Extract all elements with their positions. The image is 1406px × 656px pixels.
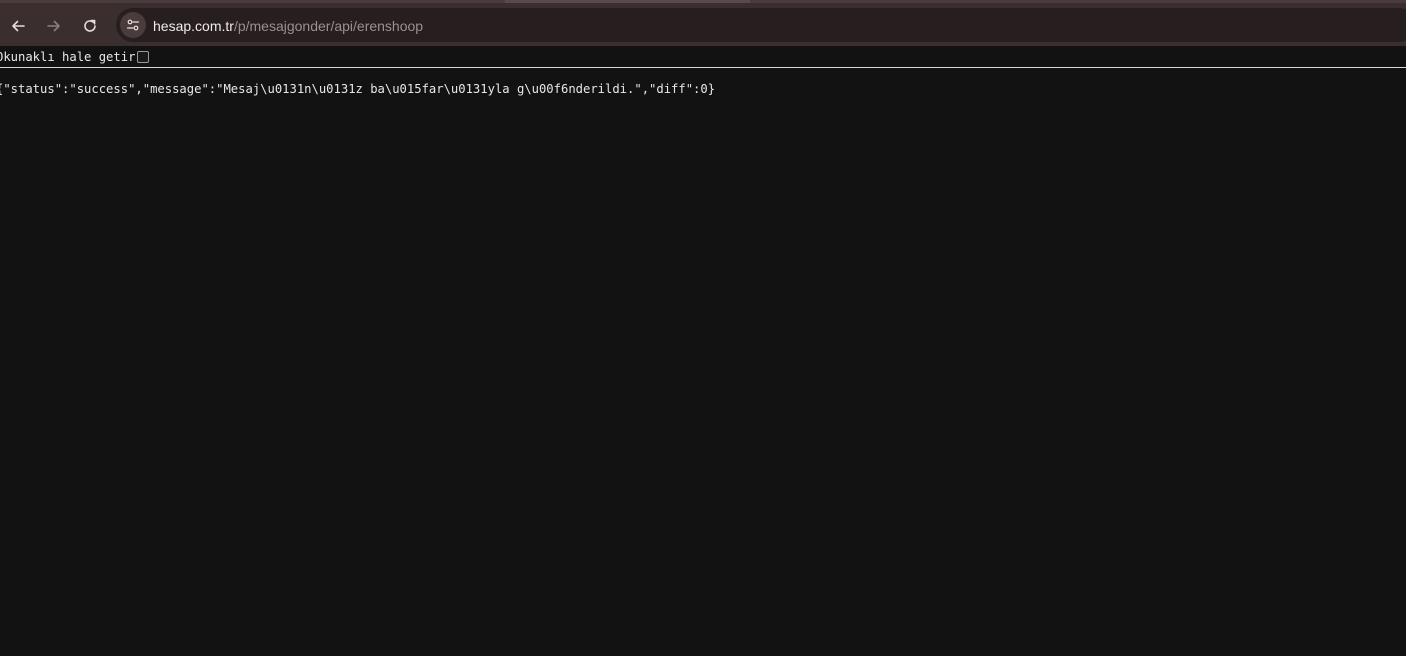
json-response-text: {"status":"success","message":"Mesaj\u01… [0, 82, 716, 96]
back-button[interactable] [3, 11, 33, 41]
pretty-print-bar: Okunaklı hale getir [0, 46, 1406, 68]
site-settings-icon [126, 19, 140, 31]
browser-toolbar: hesap.com.tr/p/mesajgonder/api/erenshoop [0, 0, 1406, 46]
url-host: hesap.com.tr [153, 18, 234, 34]
forward-button[interactable] [39, 11, 69, 41]
address-bar-url[interactable]: hesap.com.tr/p/mesajgonder/api/erenshoop [153, 17, 423, 35]
pretty-print-checkbox[interactable] [137, 51, 149, 63]
url-path: /p/mesajgonder/api/erenshoop [233, 18, 424, 34]
forward-arrow-icon [47, 20, 60, 32]
reload-icon [84, 19, 96, 32]
tab-strip-edge [505, 0, 750, 3]
reload-button[interactable] [75, 11, 105, 41]
back-arrow-icon [12, 20, 25, 32]
pretty-print-label[interactable]: Okunaklı hale getir [0, 50, 135, 65]
site-info-button[interactable] [120, 12, 146, 38]
